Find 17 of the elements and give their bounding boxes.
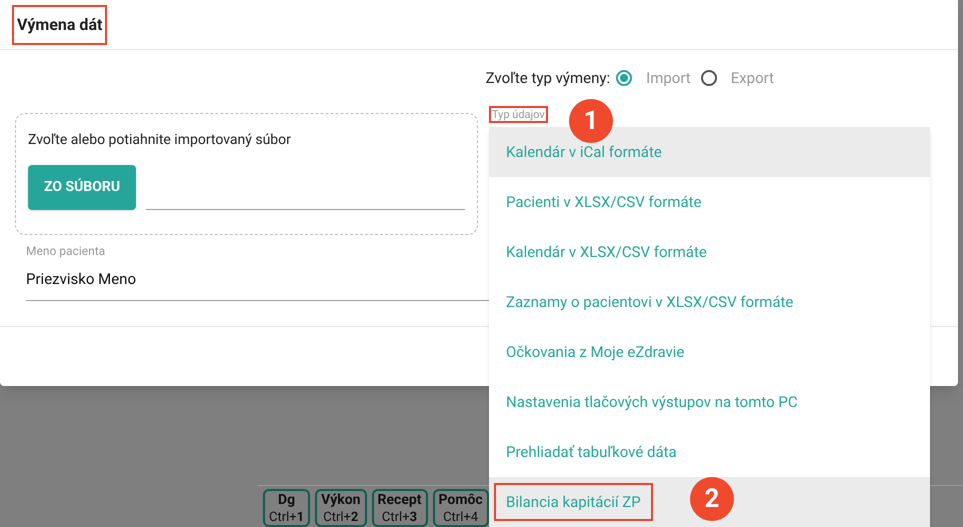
menu-item[interactable]: Pacienti v XLSX/CSV formáte <box>489 177 930 227</box>
data-type-label: Typ údajov <box>489 106 548 122</box>
shortcut-button[interactable]: Dg Ctrl+1 <box>263 489 310 527</box>
menu-item[interactable]: Očkovania z Moje eZdravie <box>489 327 930 377</box>
from-file-button[interactable]: ZO SÚBORU <box>28 164 136 210</box>
file-dropzone[interactable]: Zvoľte alebo potiahnite importovaný súbor ZO SÚBORU <box>15 112 478 234</box>
radio-option[interactable]: Import <box>616 67 691 90</box>
exchange-type-label: Zvoľte typ výmeny: <box>486 68 610 89</box>
dropzone-text: Zvoľte alebo potiahnite importovaný súbor <box>28 130 292 150</box>
menu-item[interactable]: Kalendár v XLSX/CSV formáte <box>489 227 930 277</box>
menu-item[interactable]: Zaznamy o pacientovi v XLSX/CSV formáte <box>489 277 930 327</box>
radio-option[interactable]: Export <box>700 67 774 90</box>
shortcut-button[interactable]: Výkon Ctrl+2 <box>315 489 366 527</box>
shortcut-button[interactable]: Recept Ctrl+3 <box>372 489 428 527</box>
menu-item[interactable]: Prehliadať tabuľkové dáta <box>489 427 930 477</box>
menu-item[interactable]: Nastavenia tlačových výstupov na tomto PC <box>489 377 930 427</box>
window-title: Výmena dát <box>12 4 108 44</box>
